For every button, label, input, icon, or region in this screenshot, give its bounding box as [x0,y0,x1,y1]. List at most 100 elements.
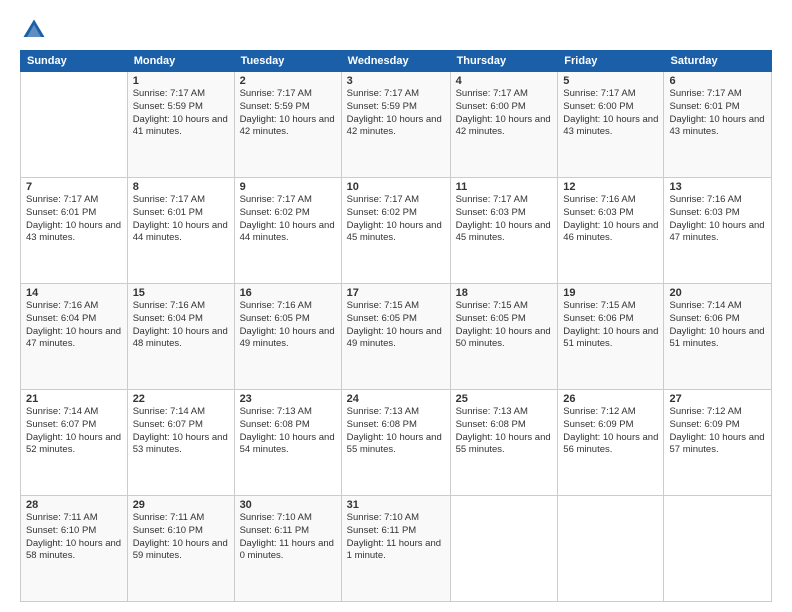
calendar-cell: 29Sunrise: 7:11 AMSunset: 6:10 PMDayligh… [127,496,234,602]
cell-sunset: Sunset: 6:01 PM [669,101,766,114]
day-number: 1 [133,75,229,87]
calendar-cell: 17Sunrise: 7:15 AMSunset: 6:05 PMDayligh… [341,284,450,390]
cell-sunset: Sunset: 6:10 PM [133,525,229,538]
calendar-cell: 9Sunrise: 7:17 AMSunset: 6:02 PMDaylight… [234,178,341,284]
cell-daylight: Daylight: 10 hours and 42 minutes. [456,114,553,140]
cell-sunset: Sunset: 6:07 PM [133,419,229,432]
cell-sunrise: Sunrise: 7:17 AM [240,194,336,207]
day-number: 24 [347,393,445,405]
cell-sunset: Sunset: 6:08 PM [347,419,445,432]
cell-sunset: Sunset: 6:10 PM [26,525,122,538]
cell-sunset: Sunset: 5:59 PM [347,101,445,114]
day-number: 13 [669,181,766,193]
cell-daylight: Daylight: 10 hours and 43 minutes. [563,114,658,140]
cell-sunrise: Sunrise: 7:15 AM [456,300,553,313]
cell-daylight: Daylight: 11 hours and 1 minute. [347,538,445,564]
day-number: 16 [240,287,336,299]
cell-sunrise: Sunrise: 7:10 AM [240,512,336,525]
cell-sunset: Sunset: 6:05 PM [456,313,553,326]
cell-sunrise: Sunrise: 7:13 AM [240,406,336,419]
calendar-cell: 4Sunrise: 7:17 AMSunset: 6:00 PMDaylight… [450,72,558,178]
day-number: 20 [669,287,766,299]
cell-daylight: Daylight: 10 hours and 44 minutes. [133,220,229,246]
calendar-cell: 12Sunrise: 7:16 AMSunset: 6:03 PMDayligh… [558,178,664,284]
cell-sunrise: Sunrise: 7:17 AM [26,194,122,207]
day-number: 19 [563,287,658,299]
day-number: 29 [133,499,229,511]
day-header-monday: Monday [127,51,234,72]
cell-daylight: Daylight: 11 hours and 0 minutes. [240,538,336,564]
cell-sunset: Sunset: 6:05 PM [240,313,336,326]
cell-daylight: Daylight: 10 hours and 49 minutes. [240,326,336,352]
cell-sunset: Sunset: 6:08 PM [240,419,336,432]
cell-sunset: Sunset: 6:03 PM [669,207,766,220]
cell-sunset: Sunset: 6:09 PM [563,419,658,432]
day-number: 23 [240,393,336,405]
calendar-cell: 18Sunrise: 7:15 AMSunset: 6:05 PMDayligh… [450,284,558,390]
day-number: 26 [563,393,658,405]
calendar-cell: 10Sunrise: 7:17 AMSunset: 6:02 PMDayligh… [341,178,450,284]
cell-sunset: Sunset: 6:05 PM [347,313,445,326]
calendar-cell: 5Sunrise: 7:17 AMSunset: 6:00 PMDaylight… [558,72,664,178]
calendar-cell: 20Sunrise: 7:14 AMSunset: 6:06 PMDayligh… [664,284,772,390]
calendar-cell: 11Sunrise: 7:17 AMSunset: 6:03 PMDayligh… [450,178,558,284]
calendar-cell: 21Sunrise: 7:14 AMSunset: 6:07 PMDayligh… [21,390,128,496]
cell-sunrise: Sunrise: 7:17 AM [133,194,229,207]
cell-sunset: Sunset: 6:08 PM [456,419,553,432]
day-number: 8 [133,181,229,193]
cell-daylight: Daylight: 10 hours and 47 minutes. [669,220,766,246]
cell-sunrise: Sunrise: 7:13 AM [456,406,553,419]
cell-sunrise: Sunrise: 7:17 AM [347,194,445,207]
cell-sunset: Sunset: 5:59 PM [240,101,336,114]
calendar-cell: 1Sunrise: 7:17 AMSunset: 5:59 PMDaylight… [127,72,234,178]
day-number: 28 [26,499,122,511]
cell-sunset: Sunset: 5:59 PM [133,101,229,114]
day-number: 2 [240,75,336,87]
week-row-1: 7Sunrise: 7:17 AMSunset: 6:01 PMDaylight… [21,178,772,284]
day-number: 7 [26,181,122,193]
page: SundayMondayTuesdayWednesdayThursdayFrid… [0,0,792,612]
cell-daylight: Daylight: 10 hours and 44 minutes. [240,220,336,246]
day-header-wednesday: Wednesday [341,51,450,72]
day-number: 12 [563,181,658,193]
day-number: 3 [347,75,445,87]
calendar-cell: 22Sunrise: 7:14 AMSunset: 6:07 PMDayligh… [127,390,234,496]
cell-daylight: Daylight: 10 hours and 56 minutes. [563,432,658,458]
calendar-cell: 28Sunrise: 7:11 AMSunset: 6:10 PMDayligh… [21,496,128,602]
calendar-cell: 13Sunrise: 7:16 AMSunset: 6:03 PMDayligh… [664,178,772,284]
day-number: 15 [133,287,229,299]
day-number: 4 [456,75,553,87]
cell-daylight: Daylight: 10 hours and 45 minutes. [456,220,553,246]
calendar-cell: 16Sunrise: 7:16 AMSunset: 6:05 PMDayligh… [234,284,341,390]
cell-daylight: Daylight: 10 hours and 42 minutes. [347,114,445,140]
day-number: 10 [347,181,445,193]
header [20,16,772,44]
cell-sunrise: Sunrise: 7:15 AM [563,300,658,313]
cell-sunset: Sunset: 6:01 PM [133,207,229,220]
cell-daylight: Daylight: 10 hours and 51 minutes. [669,326,766,352]
header-row: SundayMondayTuesdayWednesdayThursdayFrid… [21,51,772,72]
day-number: 31 [347,499,445,511]
day-number: 6 [669,75,766,87]
cell-sunset: Sunset: 6:00 PM [456,101,553,114]
cell-daylight: Daylight: 10 hours and 52 minutes. [26,432,122,458]
calendar-cell [558,496,664,602]
cell-sunset: Sunset: 6:11 PM [347,525,445,538]
cell-sunset: Sunset: 6:06 PM [669,313,766,326]
cell-sunrise: Sunrise: 7:17 AM [347,88,445,101]
cell-sunrise: Sunrise: 7:16 AM [669,194,766,207]
cell-sunset: Sunset: 6:07 PM [26,419,122,432]
calendar-cell: 6Sunrise: 7:17 AMSunset: 6:01 PMDaylight… [664,72,772,178]
week-row-3: 21Sunrise: 7:14 AMSunset: 6:07 PMDayligh… [21,390,772,496]
cell-sunrise: Sunrise: 7:17 AM [669,88,766,101]
calendar-cell: 30Sunrise: 7:10 AMSunset: 6:11 PMDayligh… [234,496,341,602]
week-row-2: 14Sunrise: 7:16 AMSunset: 6:04 PMDayligh… [21,284,772,390]
day-header-saturday: Saturday [664,51,772,72]
cell-sunrise: Sunrise: 7:17 AM [456,194,553,207]
week-row-0: 1Sunrise: 7:17 AMSunset: 5:59 PMDaylight… [21,72,772,178]
cell-sunset: Sunset: 6:02 PM [240,207,336,220]
calendar-cell [21,72,128,178]
calendar-cell [450,496,558,602]
cell-sunset: Sunset: 6:02 PM [347,207,445,220]
cell-sunrise: Sunrise: 7:14 AM [26,406,122,419]
